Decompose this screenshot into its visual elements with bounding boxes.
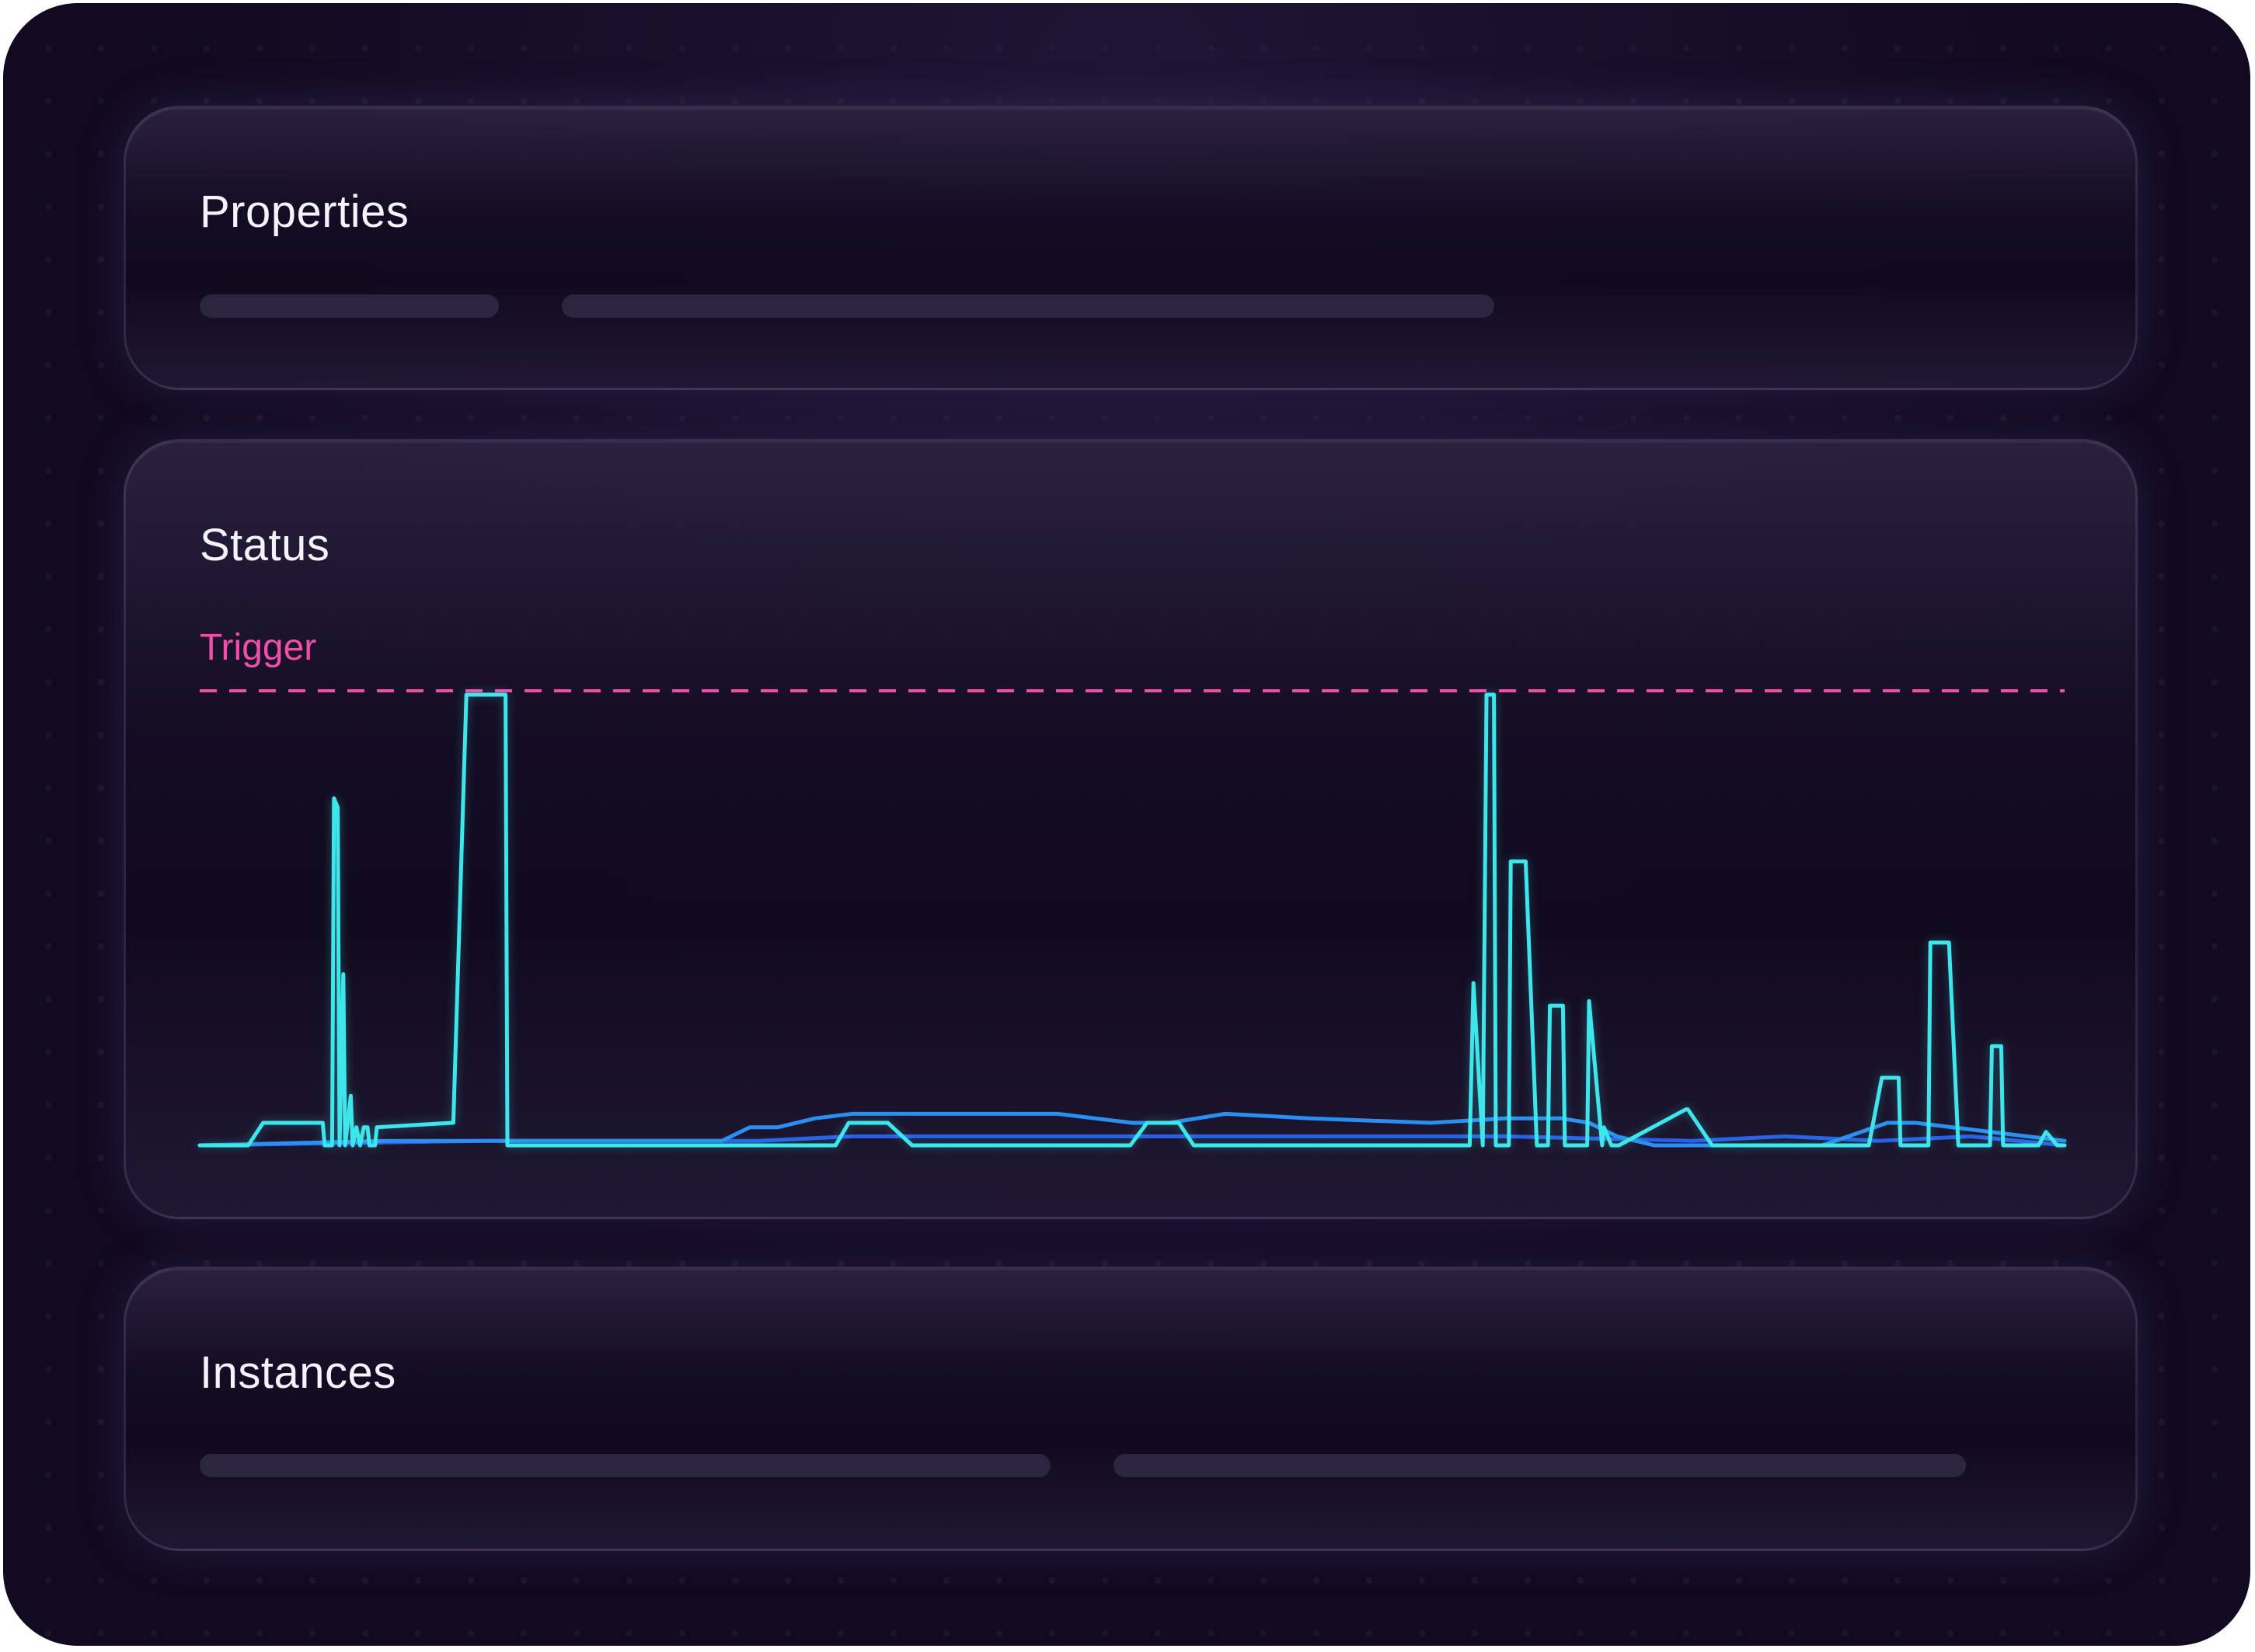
properties-title: Properties xyxy=(200,186,410,237)
properties-value-placeholder-1 xyxy=(200,295,499,318)
properties-card: Properties xyxy=(124,106,2138,390)
instances-card: Instances xyxy=(124,1267,2138,1551)
instances-value-placeholder-1 xyxy=(200,1454,1051,1477)
status-chart xyxy=(197,689,2067,1148)
properties-value-placeholder-2 xyxy=(562,295,1494,318)
series-line-1 xyxy=(197,692,2067,1148)
status-card: Status Trigger xyxy=(124,439,2138,1219)
instances-title: Instances xyxy=(200,1347,396,1398)
instances-value-placeholder-2 xyxy=(1114,1454,1966,1477)
dashboard-window: Properties Status Trigger Instances xyxy=(3,3,2250,1646)
